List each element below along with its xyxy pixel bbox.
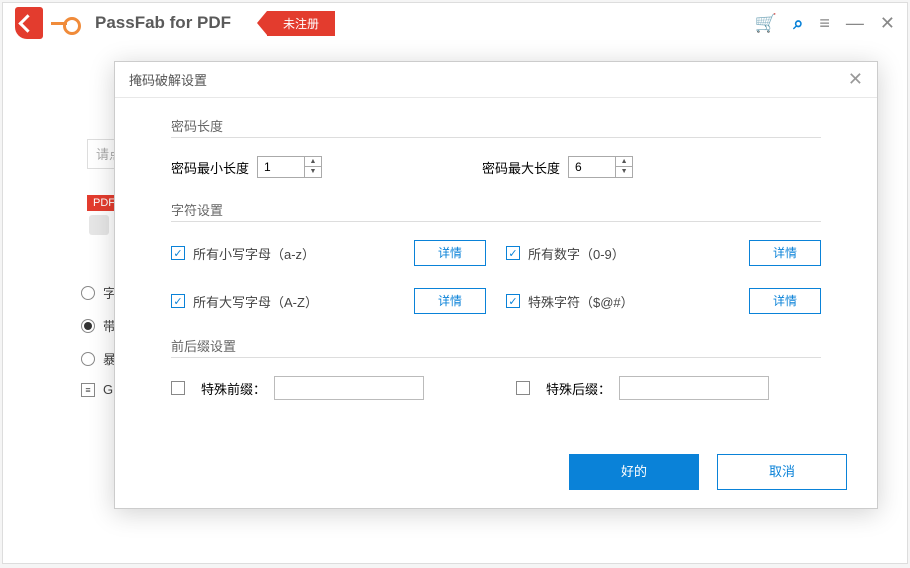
prefix-field: ✓ 特殊前缀： bbox=[171, 376, 476, 400]
uppercase-detail-button[interactable]: 详情 bbox=[414, 288, 486, 314]
min-length-input[interactable] bbox=[258, 157, 304, 177]
minimize-icon[interactable]: — bbox=[846, 13, 864, 34]
spin-down-icon[interactable]: ▼ bbox=[305, 167, 321, 177]
spin-down-icon[interactable]: ▼ bbox=[616, 167, 632, 177]
radio-icon bbox=[81, 352, 95, 366]
search-icon[interactable]: ⌕ bbox=[793, 13, 803, 34]
menu-icon[interactable]: ≡ bbox=[819, 13, 830, 34]
min-length-label: 密码最小长度 bbox=[171, 158, 249, 177]
checkbox-checked-icon[interactable]: ✓ bbox=[506, 294, 520, 308]
dialog-title: 掩码破解设置 bbox=[129, 70, 207, 89]
checkbox-checked-icon[interactable]: ✓ bbox=[506, 246, 520, 260]
titlebar: PassFab for PDF 未注册 🛒 ⌕ ≡ — ✕ bbox=[3, 3, 907, 43]
list-icon: ≡ bbox=[81, 383, 95, 397]
uppercase-label: 所有大写字母（A-Z） bbox=[193, 292, 318, 311]
unregistered-badge: 未注册 bbox=[267, 11, 335, 36]
special-option: ✓ 特殊字符（$@#） 详情 bbox=[506, 288, 821, 314]
radio-icon bbox=[81, 286, 95, 300]
titlebar-controls: 🛒 ⌕ ≡ — ✕ bbox=[755, 13, 895, 34]
prefix-input[interactable] bbox=[274, 376, 424, 400]
main-window: PassFab for PDF 未注册 🛒 ⌕ ≡ — ✕ 请点 PDF 字 带… bbox=[2, 2, 908, 564]
checkbox-unchecked-icon[interactable]: ✓ bbox=[171, 381, 185, 395]
digits-label: 所有数字（0-9） bbox=[528, 244, 625, 263]
file-key-icon bbox=[89, 215, 109, 235]
digits-option: ✓ 所有数字（0-9） 详情 bbox=[506, 240, 821, 266]
special-detail-button[interactable]: 详情 bbox=[749, 288, 821, 314]
radio-icon bbox=[81, 319, 95, 333]
dialog-footer: 好的 取消 bbox=[569, 454, 847, 490]
cart-icon[interactable]: 🛒 bbox=[755, 13, 777, 34]
suffix-label: 特殊后缀： bbox=[546, 379, 611, 398]
max-length-label: 密码最大长度 bbox=[482, 158, 560, 177]
suffix-field: ✓ 特殊后缀： bbox=[516, 376, 821, 400]
affix-section: 前后缀设置 ✓ 特殊前缀： ✓ 特殊后缀： bbox=[171, 336, 821, 400]
uppercase-option: ✓ 所有大写字母（A-Z） 详情 bbox=[171, 288, 486, 314]
checkbox-checked-icon[interactable]: ✓ bbox=[171, 246, 185, 260]
max-length-field: 密码最大长度 ▲ ▼ bbox=[482, 156, 633, 178]
checkbox-unchecked-icon[interactable]: ✓ bbox=[516, 381, 530, 395]
pdf-logo-icon bbox=[15, 7, 43, 39]
dialog-header: 掩码破解设置 ✕ bbox=[115, 62, 877, 98]
special-label: 特殊字符（$@#） bbox=[528, 292, 634, 311]
max-length-spinbox[interactable]: ▲ ▼ bbox=[568, 156, 633, 178]
digits-detail-button[interactable]: 详情 bbox=[749, 240, 821, 266]
spin-up-icon[interactable]: ▲ bbox=[616, 157, 632, 167]
min-length-spinbox[interactable]: ▲ ▼ bbox=[257, 156, 322, 178]
dialog-body: 密码长度 密码最小长度 ▲ ▼ 密码最大长度 bbox=[115, 98, 877, 400]
dialog-close-icon[interactable]: ✕ bbox=[848, 69, 863, 90]
lowercase-detail-button[interactable]: 详情 bbox=[414, 240, 486, 266]
charset-section: 字符设置 ✓ 所有小写字母（a-z） 详情 ✓ 所有数字（0-9） 详情 ✓ bbox=[171, 200, 821, 314]
spin-up-icon[interactable]: ▲ bbox=[305, 157, 321, 167]
max-length-input[interactable] bbox=[569, 157, 615, 177]
lowercase-label: 所有小写字母（a-z） bbox=[193, 244, 315, 263]
app-title: PassFab for PDF bbox=[95, 13, 231, 33]
min-length-field: 密码最小长度 ▲ ▼ bbox=[171, 156, 322, 178]
ok-button[interactable]: 好的 bbox=[569, 454, 699, 490]
cancel-button[interactable]: 取消 bbox=[717, 454, 847, 490]
lowercase-option: ✓ 所有小写字母（a-z） 详情 bbox=[171, 240, 486, 266]
close-window-icon[interactable]: ✕ bbox=[880, 13, 895, 34]
prefix-label: 特殊前缀： bbox=[201, 379, 266, 398]
checkbox-checked-icon[interactable]: ✓ bbox=[171, 294, 185, 308]
mask-settings-dialog: 掩码破解设置 ✕ 密码长度 密码最小长度 ▲ ▼ bbox=[114, 61, 878, 509]
app-logo: PassFab for PDF bbox=[15, 7, 231, 39]
password-length-section: 密码长度 密码最小长度 ▲ ▼ 密码最大长度 bbox=[171, 116, 821, 178]
suffix-input[interactable] bbox=[619, 376, 769, 400]
key-logo-icon bbox=[51, 16, 81, 30]
